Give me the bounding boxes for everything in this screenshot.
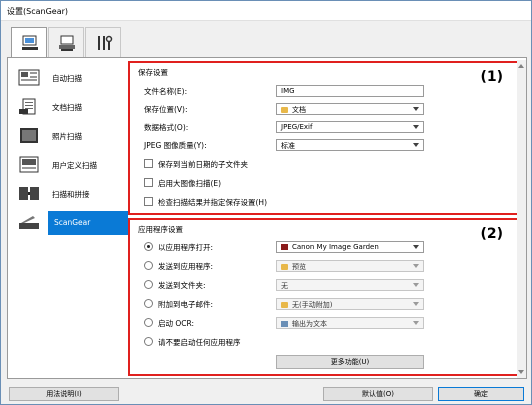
sidebar-item-label: 用户定义扫描 [52, 161, 97, 170]
send-app-label: 发送到应用程序: [158, 262, 214, 271]
verify-check-row[interactable]: 检查扫描结果并指定保存设置(H) [144, 196, 394, 208]
send-app-row[interactable]: 发送到应用程序: 预览 [144, 260, 444, 272]
window-title: 设置(ScanGear) [7, 7, 69, 16]
ocr-radio[interactable] [144, 318, 153, 327]
ocr-select[interactable]: 输出为文本 [276, 317, 424, 329]
scroll-up-icon[interactable] [518, 64, 524, 68]
photo-scan-icon [20, 128, 38, 143]
save-in-row: 保存位置(V): 文档 [144, 103, 434, 115]
tab-network[interactable] [48, 27, 84, 57]
sidebar: 自动扫描 文档扫描 照片扫描 用户定义扫描 扫描和拼接 ScanGear [12, 62, 130, 374]
no-app-label: 请不要启动任何应用程序 [158, 338, 241, 347]
title-bar: 设置(ScanGear) [1, 1, 531, 21]
footer-bar: 用法说明(I) 默认值(O) 确定 [1, 383, 531, 405]
jpeg-quality-select[interactable]: 标准 [276, 139, 424, 151]
save-settings-header: 保存设置 [138, 68, 168, 77]
save-in-label: 保存位置(V): [144, 105, 188, 114]
sidebar-item-document-scan[interactable]: 文档扫描 [12, 95, 130, 119]
open-app-label: 以应用程序打开: [158, 243, 214, 252]
text-output-icon [281, 321, 288, 327]
sidebar-item-label: 扫描和拼接 [52, 190, 90, 199]
vertical-scrollbar[interactable] [517, 60, 526, 378]
open-app-select[interactable]: Canon My Image Garden [276, 241, 424, 253]
computer-scan-icon [22, 35, 38, 50]
sidebar-item-label: ScanGear [48, 211, 128, 235]
tab-strip [7, 27, 527, 58]
tools-icon [98, 35, 113, 50]
send-folder-row[interactable]: 发送到文件夹: 无 [144, 279, 444, 291]
subfolder-checkbox-label: 保存到当前日期的子文件夹 [158, 160, 248, 169]
subfolder-check-row[interactable]: 保存到当前日期的子文件夹 [144, 158, 394, 170]
verify-checkbox[interactable] [144, 197, 153, 206]
sidebar-item-label: 自动扫描 [52, 74, 82, 83]
large-scan-check-row[interactable]: 启用大图像扫描(E) [144, 177, 394, 189]
attach-email-label: 附加到电子邮件: [158, 300, 214, 309]
defaults-button[interactable]: 默认值(O) [323, 387, 433, 401]
attach-email-radio[interactable] [144, 299, 153, 308]
settings-window: 设置(ScanGear) 自动扫描 文档扫描 照片扫描 用户定义扫描 扫描和拼接… [0, 0, 532, 405]
send-app-select[interactable]: 预览 [276, 260, 424, 272]
stitch-scan-icon [19, 187, 39, 200]
data-format-row: 数据格式(O): JPEG/Exif [144, 121, 434, 133]
sidebar-item-scangear[interactable]: ScanGear [12, 211, 130, 235]
no-app-radio[interactable] [144, 337, 153, 346]
sidebar-item-photo-scan[interactable]: 照片扫描 [12, 124, 130, 148]
jpeg-quality-row: JPEG 图像质量(Y): 标准 [144, 139, 434, 151]
sidebar-item-auto-scan[interactable]: 自动扫描 [12, 66, 130, 90]
ocr-row[interactable]: 启动 OCR: 输出为文本 [144, 317, 444, 329]
image-garden-icon [281, 244, 288, 250]
preview-icon [281, 264, 288, 270]
email-icon [281, 302, 288, 308]
scangear-icon [19, 216, 39, 229]
sidebar-item-label: 文档扫描 [52, 103, 82, 112]
sidebar-item-stitch-scan[interactable]: 扫描和拼接 [12, 182, 130, 206]
data-format-select[interactable]: JPEG/Exif [276, 121, 424, 133]
panel-number-2: (2) [480, 226, 503, 242]
ok-button[interactable]: 确定 [438, 387, 524, 401]
file-name-label: 文件名称(E): [144, 87, 188, 96]
app-settings-header: 应用程序设置 [138, 225, 183, 234]
open-app-row[interactable]: 以应用程序打开: Canon My Image Garden [144, 241, 444, 253]
file-name-input[interactable]: IMG [276, 85, 424, 97]
subfolder-checkbox[interactable] [144, 159, 153, 168]
send-folder-radio[interactable] [144, 280, 153, 289]
data-format-label: 数据格式(O): [144, 123, 189, 132]
send-folder-label: 发送到文件夹: [158, 281, 206, 290]
file-name-row: 文件名称(E): IMG [144, 85, 434, 97]
send-folder-select[interactable]: 无 [276, 279, 424, 291]
attach-email-select[interactable]: 无(手动附加) [276, 298, 424, 310]
folder-icon [281, 107, 288, 113]
attach-email-row[interactable]: 附加到电子邮件: 无(手动附加) [144, 298, 444, 310]
verify-checkbox-label: 检查扫描结果并指定保存设置(H) [158, 198, 267, 207]
network-scanner-icon [59, 35, 75, 51]
auto-scan-icon [18, 69, 40, 86]
large-scan-checkbox-label: 启用大图像扫描(E) [158, 179, 222, 188]
ocr-label: 启动 OCR: [158, 319, 195, 328]
instructions-button[interactable]: 用法说明(I) [9, 387, 119, 401]
tab-tools[interactable] [85, 27, 121, 57]
main-content: 自动扫描 文档扫描 照片扫描 用户定义扫描 扫描和拼接 ScanGear 保存设… [7, 57, 527, 379]
sidebar-item-label: 照片扫描 [52, 132, 82, 141]
jpeg-quality-label: JPEG 图像质量(Y): [144, 141, 207, 150]
application-settings-panel: 应用程序设置 (2) 以应用程序打开: Canon My Image Garde… [128, 218, 519, 376]
save-settings-panel: 保存设置 (1) 文件名称(E): IMG 保存位置(V): 文档 数据格式(O… [128, 61, 519, 215]
panel-number-1: (1) [480, 69, 503, 85]
scroll-down-icon[interactable] [518, 370, 524, 374]
sidebar-item-custom-scan[interactable]: 用户定义扫描 [12, 153, 130, 177]
no-app-row[interactable]: 请不要启动任何应用程序 [144, 336, 394, 348]
large-scan-checkbox[interactable] [144, 178, 153, 187]
send-app-radio[interactable] [144, 261, 153, 270]
more-functions-button[interactable]: 更多功能(U) [276, 355, 424, 369]
tab-scan[interactable] [11, 27, 47, 58]
open-app-radio[interactable] [144, 242, 153, 251]
save-in-select[interactable]: 文档 [276, 103, 424, 115]
custom-scan-icon [19, 156, 39, 173]
document-scan-icon [19, 98, 36, 115]
